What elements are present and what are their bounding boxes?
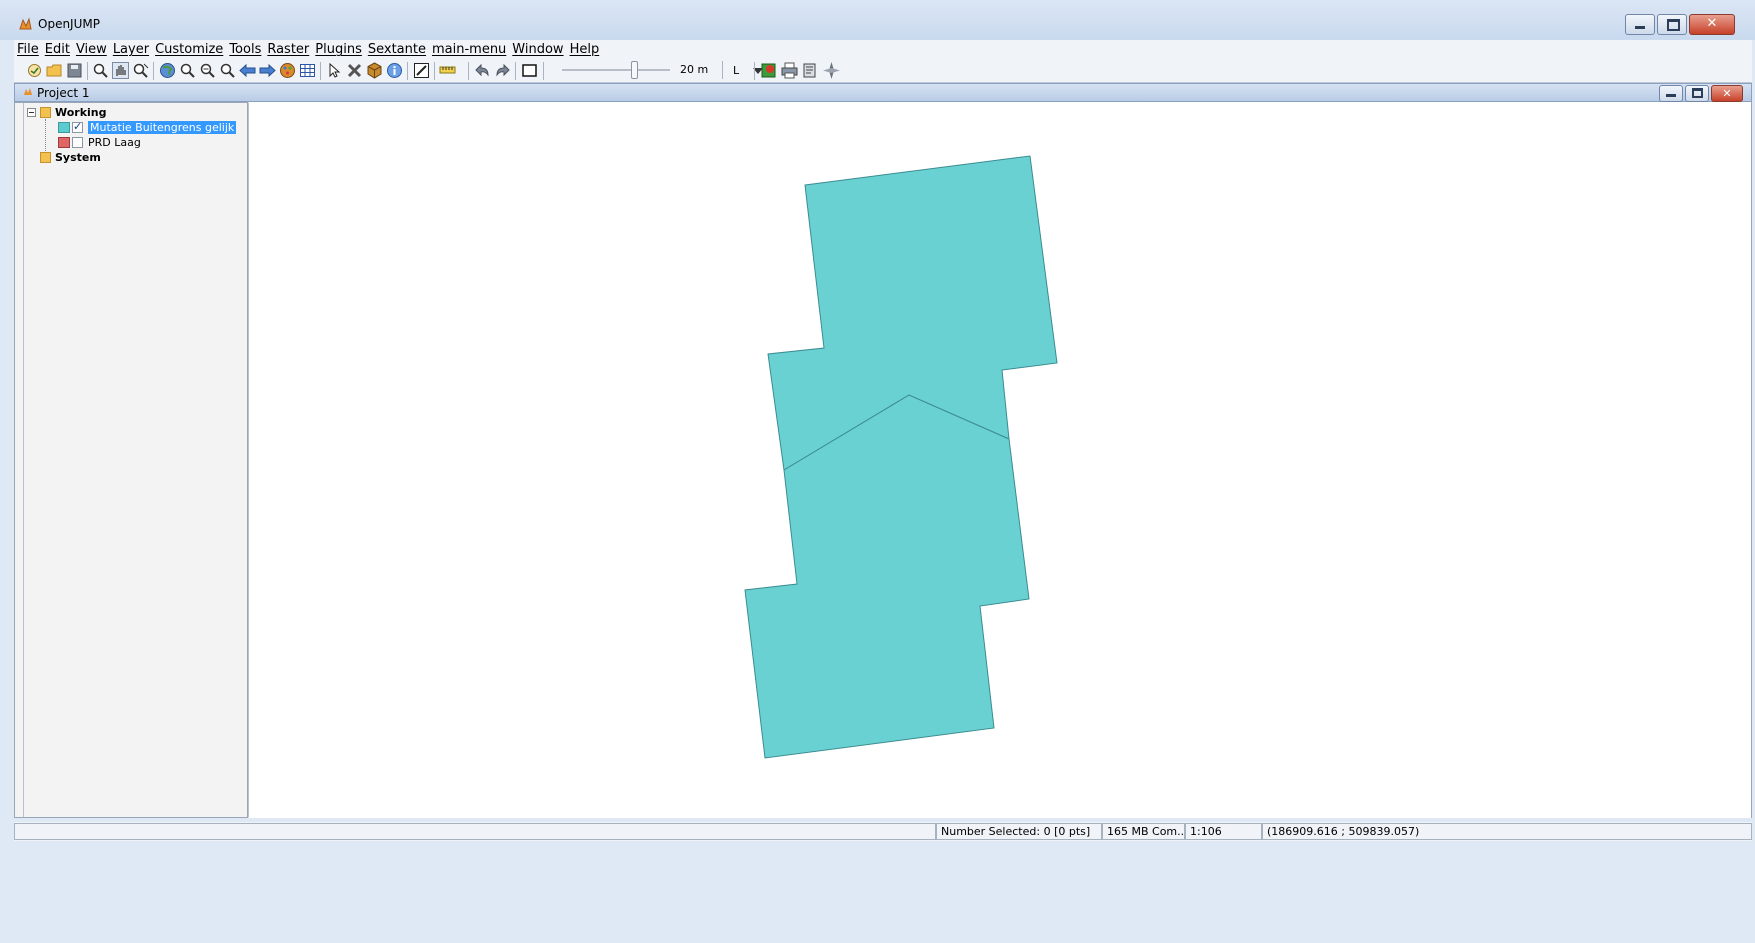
- menu-layer[interactable]: Layer: [110, 42, 152, 57]
- project-title: Project 1: [37, 86, 90, 100]
- menu-plugins[interactable]: Plugins: [312, 42, 365, 57]
- layer-visibility-checkbox[interactable]: [72, 120, 83, 133]
- layer-color-swatch: [58, 137, 70, 148]
- map-view[interactable]: [249, 102, 1752, 818]
- measure-ruler-icon[interactable]: [439, 62, 456, 79]
- zoom-tool-icon[interactable]: [132, 62, 149, 79]
- status-message: [14, 823, 936, 840]
- open-folder-icon[interactable]: [46, 62, 63, 79]
- redo-icon[interactable]: [494, 62, 511, 79]
- print-icon[interactable]: [781, 62, 798, 79]
- menu-view[interactable]: View: [73, 42, 110, 57]
- info-icon[interactable]: [386, 62, 403, 79]
- save-icon[interactable]: [66, 62, 83, 79]
- status-memory: 165 MB Com...: [1102, 823, 1185, 840]
- toolbar: 20 m L: [14, 59, 1752, 83]
- globe-icon[interactable]: [159, 62, 176, 79]
- minimize-icon: [1666, 94, 1676, 97]
- minimize-icon: [1635, 26, 1645, 29]
- forward-arrow-icon[interactable]: [259, 62, 276, 79]
- maximize-button[interactable]: [1657, 14, 1687, 35]
- menu-customize[interactable]: Customize: [152, 42, 226, 57]
- close-icon: ✕: [1706, 16, 1718, 31]
- frame-restore-button[interactable]: [1685, 85, 1709, 102]
- close-button[interactable]: ✕: [1689, 14, 1735, 35]
- status-scale: 1:106: [1185, 823, 1262, 840]
- menu-help[interactable]: Help: [567, 42, 603, 57]
- layer-tree-panel: Working Mutatie Buitengrens gelijk PRD L…: [14, 102, 249, 818]
- scale-label: 20 m: [680, 63, 709, 76]
- window-title: OpenJUMP: [38, 17, 100, 31]
- status-coordinates: (186909.616 ; 509839.057): [1262, 823, 1752, 840]
- category-system[interactable]: System: [40, 150, 101, 165]
- status-selected-count: Number Selected: 0 [0 pts]: [936, 823, 1102, 840]
- minimize-button[interactable]: [1625, 14, 1655, 35]
- title-bar: OpenJUMP ✕: [0, 0, 1755, 40]
- project-frame-titlebar[interactable]: Project 1 ✕: [14, 83, 1752, 102]
- zoom-extent-icon[interactable]: [219, 62, 236, 79]
- menu-tools[interactable]: Tools: [226, 42, 264, 57]
- export-icon[interactable]: [802, 62, 819, 79]
- menu-main-menu[interactable]: main-menu: [429, 42, 509, 57]
- layer-row-mutatie[interactable]: Mutatie Buitengrens gelijk: [58, 120, 237, 135]
- scale-slider-track[interactable]: [562, 69, 670, 71]
- category-label: System: [55, 151, 101, 164]
- menu-file[interactable]: File: [14, 42, 42, 57]
- menu-sextante[interactable]: Sextante: [365, 42, 429, 57]
- delete-icon[interactable]: [346, 62, 363, 79]
- category-working[interactable]: Working: [27, 105, 107, 120]
- folder-icon: [40, 152, 51, 163]
- project-frame-icon: [24, 88, 32, 95]
- style-combo-value: L: [733, 64, 740, 77]
- cube-icon[interactable]: [366, 62, 383, 79]
- status-bar: Number Selected: 0 [0 pts] 165 MB Com...…: [14, 822, 1752, 841]
- category-label: Working: [55, 106, 107, 119]
- layer-row-prd[interactable]: PRD Laag: [58, 135, 141, 150]
- select-pointer-icon[interactable]: [326, 62, 343, 79]
- layer-tree: Working Mutatie Buitengrens gelijk PRD L…: [23, 103, 249, 817]
- frame-icon[interactable]: [521, 62, 538, 79]
- attribute-table-icon[interactable]: [299, 62, 316, 79]
- new-project-icon[interactable]: [26, 62, 43, 79]
- back-arrow-icon[interactable]: [239, 62, 256, 79]
- menu-edit[interactable]: Edit: [42, 42, 73, 57]
- layer-label: Mutatie Buitengrens gelijk: [88, 121, 237, 134]
- collapse-toggle-icon[interactable]: [27, 108, 36, 117]
- menu-bar: File Edit View Layer Customize Tools Ras…: [14, 40, 1752, 59]
- menu-raster[interactable]: Raster: [264, 42, 312, 57]
- close-icon: ✕: [1722, 87, 1732, 100]
- zoom-out-icon[interactable]: [199, 62, 216, 79]
- openjump-icon: [19, 17, 32, 30]
- edit-icon[interactable]: [413, 62, 430, 79]
- zoom-in-icon[interactable]: [179, 62, 196, 79]
- layer-label: PRD Laag: [88, 136, 141, 149]
- frame-minimize-button[interactable]: [1659, 85, 1683, 102]
- layer-visibility-checkbox[interactable]: [72, 137, 83, 148]
- zoom-icon[interactable]: [92, 62, 109, 79]
- frame-close-button[interactable]: ✕: [1711, 85, 1743, 102]
- scale-slider-thumb[interactable]: [631, 61, 638, 79]
- undo-icon[interactable]: [474, 62, 491, 79]
- map-canvas[interactable]: [249, 102, 1752, 818]
- layer-style-icon[interactable]: [279, 62, 296, 79]
- compass-icon[interactable]: [823, 62, 840, 79]
- layer-color-icon[interactable]: [760, 62, 777, 79]
- layer-color-swatch: [58, 122, 70, 133]
- restore-icon: [1692, 88, 1703, 98]
- maximize-icon: [1667, 19, 1680, 31]
- folder-open-icon: [40, 107, 51, 118]
- menu-window[interactable]: Window: [509, 42, 566, 57]
- pan-hand-icon[interactable]: [112, 62, 129, 79]
